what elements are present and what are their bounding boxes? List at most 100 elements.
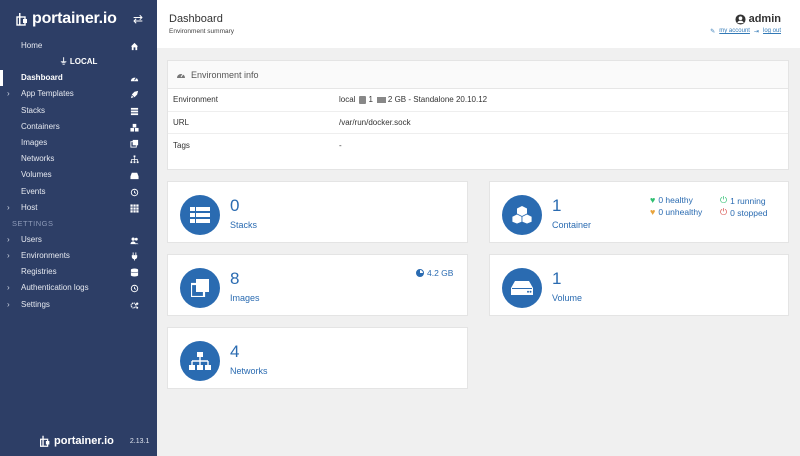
users-icon xyxy=(130,236,139,245)
heartbeat-icon: ♥ xyxy=(650,207,656,217)
brand-name: portainer.io xyxy=(32,10,117,27)
env-row-tags: Tags - xyxy=(168,134,788,157)
env-row-url: URL /var/run/docker.sock xyxy=(168,112,788,134)
sidebar-item-app-templates[interactable]: › App Templates xyxy=(0,86,157,102)
containers-stopped: ⏻ 0 stopped xyxy=(720,207,768,218)
env-row-environment: Environment local 1 2 GB - Standalone 20… xyxy=(168,89,788,112)
settings-heading: SETTINGS xyxy=(12,218,54,228)
sidebar-item-images[interactable]: Images xyxy=(0,135,157,151)
sidebar-footer: portainer.io 2.13.1 xyxy=(38,430,149,452)
env-memory: 2 GB - Standalone 20.10.12 xyxy=(387,95,488,105)
stacks-icon xyxy=(180,195,220,235)
chevron-right-icon: › xyxy=(7,283,10,293)
plug-icon: ⏚ xyxy=(59,57,68,67)
env-url: /var/run/docker.sock xyxy=(339,117,411,127)
sidebar-item-events[interactable]: Events xyxy=(0,184,157,200)
log-out-link[interactable]: log out xyxy=(763,28,781,35)
environment-info-title: Environment info xyxy=(191,69,259,80)
my-account-link[interactable]: my account xyxy=(719,28,750,35)
chevron-right-icon: › xyxy=(7,251,10,261)
chevron-right-icon: › xyxy=(7,202,10,212)
chevron-right-icon: › xyxy=(7,89,10,99)
dashboard-icon xyxy=(130,74,139,83)
microchip-icon xyxy=(359,95,367,104)
volumes-label: Volume xyxy=(552,293,583,303)
memory-icon xyxy=(376,96,386,103)
sign-out-icon: ⇥ xyxy=(753,29,759,35)
sidebar-item-environments[interactable]: › Environments xyxy=(0,248,157,264)
stacks-card[interactable]: 0 Stacks xyxy=(167,181,468,243)
containers-unhealthy: ♥ 0 unhealthy xyxy=(650,207,703,217)
wrench-icon: ✎ xyxy=(710,29,716,35)
sitemap-icon xyxy=(180,341,220,381)
env-tags: - xyxy=(339,140,342,150)
sidebar-item-stacks[interactable]: Stacks xyxy=(0,103,157,119)
account-links: ✎ my account ⇥ log out xyxy=(710,28,781,35)
version: 2.13.1 xyxy=(129,437,150,445)
plug-icon xyxy=(130,252,139,261)
chevron-right-icon: › xyxy=(7,234,10,244)
sidebar-item-home[interactable]: Home xyxy=(0,38,157,54)
cubes-icon xyxy=(502,195,542,235)
sidebar-item-containers[interactable]: Containers xyxy=(0,119,157,135)
hdd-icon xyxy=(502,268,542,308)
images-card[interactable]: 8 Images 4.2 GB xyxy=(167,254,468,316)
sidebar-item-dashboard[interactable]: Dashboard xyxy=(0,70,157,87)
list-icon xyxy=(130,107,139,116)
env-key: URL xyxy=(173,117,190,127)
containers-label: Container xyxy=(552,220,592,230)
cogs-icon xyxy=(130,301,139,310)
sidebar-item-volumes[interactable]: Volumes xyxy=(0,167,157,183)
sidebar-toggle-icon[interactable]: ⇄ xyxy=(133,12,143,26)
clone-icon xyxy=(130,139,139,148)
user-circle-icon xyxy=(735,13,746,25)
environment-info-panel: Environment info Environment local 1 2 G… xyxy=(167,60,789,170)
images-size: 4.2 GB xyxy=(416,268,453,278)
containers-healthy: ♥ 0 healthy xyxy=(650,195,693,205)
env-name: local xyxy=(339,95,356,105)
volumes-card[interactable]: 1 Volume xyxy=(489,254,789,316)
sidebar-item-settings[interactable]: › Settings xyxy=(0,297,157,313)
images-count: 8 xyxy=(230,269,240,288)
containers-running: ⏻ 1 running xyxy=(720,195,766,206)
containers-count: 1 xyxy=(552,196,562,215)
clone-icon xyxy=(180,268,220,308)
env-cpu: 1 xyxy=(368,95,373,105)
sidebar: portainer.io ⇄ Home ⏚ LOCAL Dashboard › … xyxy=(0,0,157,456)
cubes-icon xyxy=(130,123,139,132)
dashboard-icon xyxy=(177,73,185,78)
environment-info-header: Environment info xyxy=(168,61,788,89)
env-key: Environment xyxy=(173,95,218,105)
containers-card[interactable]: 1 Container ♥ 0 healthy ⏻ 1 running ♥ 0 … xyxy=(489,181,789,243)
volumes-count: 1 xyxy=(552,269,562,288)
page-header: Dashboard Environment summary admin ✎ my… xyxy=(157,0,800,48)
power-icon: ⏻ xyxy=(720,195,728,205)
networks-card[interactable]: 4 Networks xyxy=(167,327,468,389)
rocket-icon xyxy=(130,90,139,99)
sidebar-item-authentication-logs[interactable]: › Authentication logs xyxy=(0,280,157,296)
stacks-count: 0 xyxy=(230,196,240,215)
networks-label: Networks xyxy=(230,366,268,376)
home-icon xyxy=(130,42,139,51)
footer-brand: portainer.io xyxy=(54,435,114,447)
user-menu: admin xyxy=(735,13,781,25)
database-icon xyxy=(130,268,139,277)
sidebar-item-networks[interactable]: Networks xyxy=(0,151,157,167)
brand[interactable]: portainer.io ⇄ xyxy=(0,0,157,38)
portainer-logo-icon xyxy=(16,13,27,26)
sidebar-item-users[interactable]: › Users xyxy=(0,232,157,248)
portainer-logo-icon xyxy=(40,435,50,447)
page-subtitle: Environment summary xyxy=(169,28,235,35)
username: admin xyxy=(748,13,781,25)
history-icon xyxy=(130,284,139,293)
networks-count: 4 xyxy=(230,342,240,361)
sidebar-item-host[interactable]: › Host xyxy=(0,200,157,216)
page-title: Dashboard xyxy=(169,13,223,25)
grid-icon xyxy=(130,204,139,213)
images-label: Images xyxy=(230,293,260,303)
sidebar-item-registries[interactable]: Registries xyxy=(0,264,157,280)
power-icon: ⏻ xyxy=(720,207,728,217)
env-key: Tags xyxy=(173,140,190,150)
chevron-right-icon: › xyxy=(7,299,10,309)
sidebar-item-label: Home xyxy=(21,41,43,50)
